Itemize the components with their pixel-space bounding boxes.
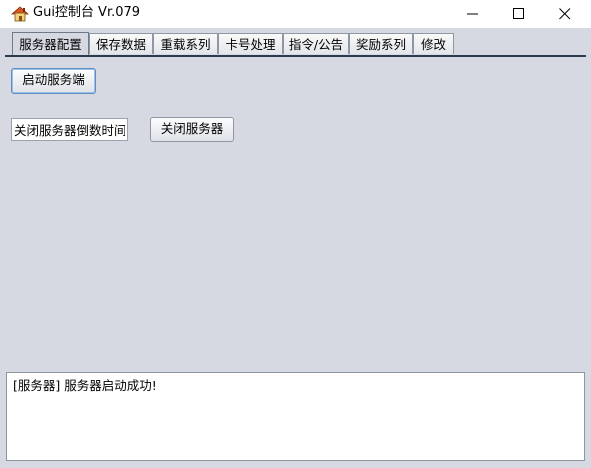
tab-server-config[interactable]: 服务器配置: [12, 32, 89, 55]
title-bar: Gui控制台 Vr.079: [0, 0, 591, 28]
tab-reward-series[interactable]: 奖励系列: [349, 33, 413, 54]
close-icon: [559, 8, 571, 20]
window-title: Gui控制台 Vr.079: [33, 5, 141, 20]
minimize-button[interactable]: [450, 0, 496, 28]
tab-divider: [5, 55, 586, 57]
tab-command-announcement[interactable]: 指令/公告: [283, 33, 349, 54]
minimize-icon: [467, 13, 478, 15]
start-server-button[interactable]: 启动服务端: [11, 68, 96, 94]
tab-reload-series[interactable]: 重载系列: [153, 33, 218, 54]
tab-card-processing[interactable]: 卡号处理: [218, 33, 283, 54]
tab-modify[interactable]: 修改: [413, 33, 454, 54]
log-line: [服务器] 服务器启动成功!: [13, 378, 157, 393]
house-icon: [10, 5, 30, 23]
close-button[interactable]: [542, 0, 588, 28]
log-output[interactable]: [服务器] 服务器启动成功!: [6, 372, 585, 461]
shutdown-countdown-input[interactable]: [11, 118, 128, 141]
stop-server-button[interactable]: 关闭服务器: [150, 117, 234, 142]
maximize-button[interactable]: [496, 0, 542, 28]
maximize-icon: [513, 8, 524, 19]
tab-save-data[interactable]: 保存数据: [89, 33, 153, 54]
